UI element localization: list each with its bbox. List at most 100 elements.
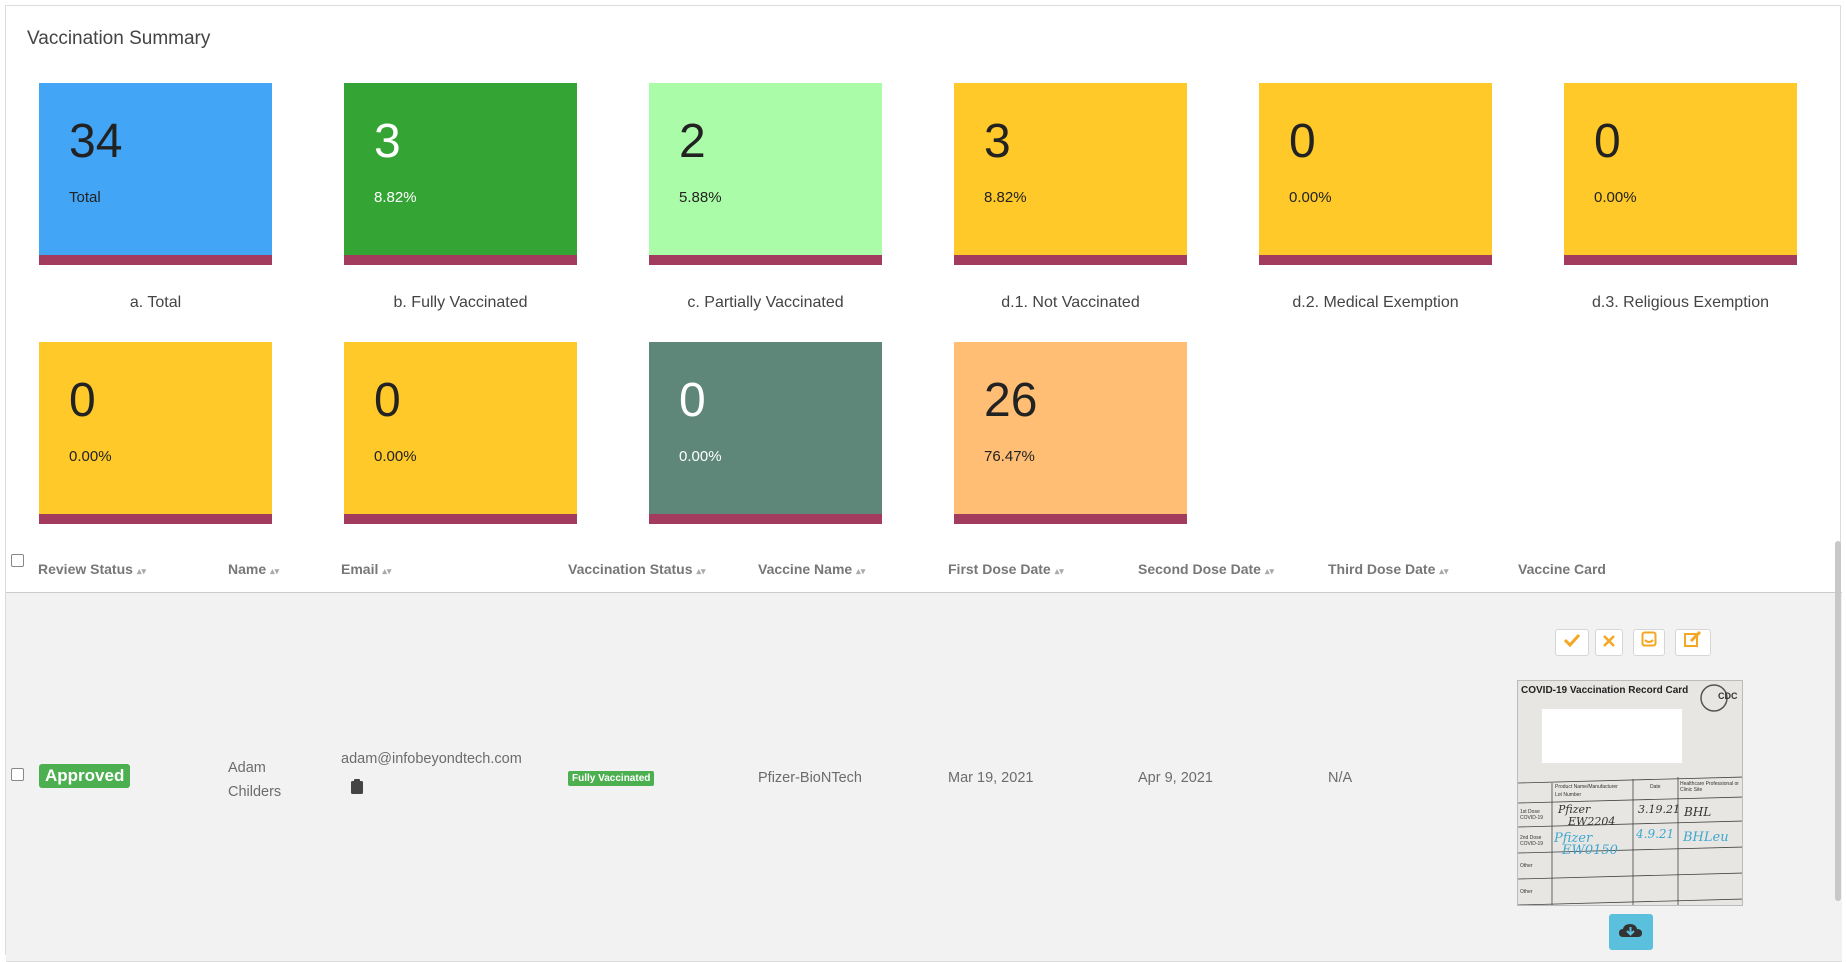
email-text: adam@infobeyondtech.com	[341, 751, 522, 767]
tile-label-fully-vaccinated: b. Fully Vaccinated	[393, 294, 528, 311]
header-first-dose-date[interactable]: First Dose Date ▴▾	[948, 546, 1064, 592]
dose1-site: BHL	[1684, 805, 1712, 819]
row-checkbox[interactable]	[11, 768, 24, 781]
header-third-dose-date[interactable]: Third Dose Date ▴▾	[1328, 546, 1448, 592]
card-col-product: Product Name/Manufacturer	[1555, 784, 1618, 790]
approve-button[interactable]	[1555, 629, 1589, 656]
header-label: Vaccine Name	[758, 561, 853, 577]
tile-label-total: a. Total	[129, 294, 182, 311]
tile-number: 3	[984, 115, 1011, 168]
approve-icon	[1563, 633, 1581, 648]
tile-subtext: 0.00%	[679, 448, 722, 465]
dose2-date: 4.9.21	[1636, 827, 1675, 841]
tile-label-partially-vaccinated: c. Partially Vaccinated	[687, 294, 844, 311]
header-label: First Dose Date	[948, 561, 1051, 577]
tile-7[interactable]: 0 0.00%	[39, 342, 272, 524]
tile-subtext: 76.47%	[984, 448, 1035, 465]
tile-8[interactable]: 0 0.00%	[344, 342, 577, 524]
tile-label-not-vaccinated: d.1. Not Vaccinated	[1001, 294, 1140, 311]
sort-icon: ▴▾	[382, 566, 392, 576]
cdc-logo: CDC	[1718, 691, 1738, 701]
first-name: Adam	[228, 760, 266, 776]
first-dose-date-cell: Mar 19, 2021	[948, 770, 1034, 786]
header-vaccine-name[interactable]: Vaccine Name ▴▾	[758, 546, 865, 592]
tile-subtext: 0.00%	[1289, 189, 1332, 206]
tile-total[interactable]: 34 Total	[39, 83, 272, 265]
tile-bar	[954, 255, 1187, 265]
vaccine-card-image[interactable]: COVID-19 Vaccination Record Card CDC Pro…	[1517, 680, 1743, 906]
download-button[interactable]	[1609, 914, 1653, 950]
tile-number: 0	[1289, 115, 1316, 168]
tile-bar	[344, 255, 577, 265]
card-col-date: Date	[1650, 784, 1661, 790]
tile-number: 0	[679, 374, 706, 427]
sort-icon: ▴▾	[1054, 566, 1064, 576]
card-title: COVID-19 Vaccination Record Card	[1521, 685, 1689, 696]
third-dose-date-cell: N/A	[1328, 770, 1353, 786]
tile-number: 0	[1594, 115, 1621, 168]
sort-icon: ▴▾	[1264, 566, 1274, 576]
table-row: Approved Adam Childers adam@infobeyondte…	[6, 593, 1842, 962]
tile-9[interactable]: 0 0.00%	[649, 342, 882, 524]
header-label: Review Status	[38, 561, 133, 577]
reject-icon	[1603, 635, 1615, 647]
tile-medical-exemption[interactable]: 0 0.00%	[1259, 83, 1492, 265]
second-dose-date-cell: Apr 9, 2021	[1138, 770, 1213, 786]
tile-not-vaccinated[interactable]: 3 8.82%	[954, 83, 1187, 265]
review-status-badge: Approved	[39, 764, 131, 788]
message-button[interactable]	[1633, 629, 1665, 656]
vertical-scrollbar[interactable]	[1835, 541, 1841, 901]
header-label: Vaccination Status	[568, 561, 693, 577]
tile-number: 0	[69, 374, 96, 427]
tile-bar	[1564, 255, 1797, 265]
header-label: Name	[228, 561, 267, 577]
tile-number: 0	[374, 374, 401, 427]
tile-subtext: 8.82%	[374, 189, 417, 206]
clipboard-icon[interactable]	[351, 779, 363, 794]
dose1-date: 3.19.21	[1638, 803, 1680, 816]
card-row-4: Other	[1520, 889, 1533, 895]
tile-subtext: 0.00%	[69, 448, 112, 465]
tile-subtext: 5.88%	[679, 189, 722, 206]
tile-number: 34	[69, 115, 123, 168]
sort-icon: ▴▾	[136, 566, 146, 576]
message-icon	[1641, 631, 1657, 647]
card-row-2: 2nd Dose COVID-19	[1520, 835, 1544, 847]
vaccine-card-drawing	[1518, 681, 1742, 905]
dose2-lot: EW0150	[1562, 843, 1618, 858]
vaccination-summary-panel: Vaccination Summary 34 Total a. Total 3 …	[5, 5, 1842, 962]
header-name[interactable]: Name ▴▾	[228, 546, 279, 592]
dose2-site: BHLeu	[1683, 830, 1729, 845]
tile-religious-exemption[interactable]: 0 0.00%	[1564, 83, 1797, 265]
tile-partially-vaccinated[interactable]: 2 5.88%	[649, 83, 882, 265]
tile-number: 26	[984, 374, 1038, 427]
sort-icon: ▴▾	[856, 566, 866, 576]
tile-subtext: 0.00%	[374, 448, 417, 465]
edit-button[interactable]	[1675, 629, 1711, 656]
tile-fully-vaccinated[interactable]: 3 8.82%	[344, 83, 577, 265]
header-label: Third Dose Date	[1328, 561, 1436, 577]
edit-icon	[1684, 630, 1702, 647]
tile-bar	[954, 514, 1187, 524]
tile-bar	[649, 255, 882, 265]
header-vaccination-status[interactable]: Vaccination Status ▴▾	[568, 546, 706, 592]
reject-button[interactable]	[1595, 629, 1623, 656]
sort-icon: ▴▾	[270, 566, 280, 576]
tile-bar	[1259, 255, 1492, 265]
card-col-site: Healthcare Professional or Clinic Site	[1680, 781, 1739, 793]
card-col-lot: Lot Number	[1555, 792, 1582, 798]
header-second-dose-date[interactable]: Second Dose Date ▴▾	[1138, 546, 1274, 592]
header-email[interactable]: Email ▴▾	[341, 546, 391, 592]
tile-label-medical-exemption: d.2. Medical Exemption	[1292, 294, 1459, 311]
header-review-status[interactable]: Review Status ▴▾	[38, 546, 146, 592]
tile-number: 2	[679, 115, 706, 168]
table-header: Review Status ▴▾ Name ▴▾ Email ▴▾ Vaccinati…	[6, 546, 1842, 593]
email-cell: adam@infobeyondtech.com	[341, 751, 522, 794]
tile-10[interactable]: 26 76.47%	[954, 342, 1187, 524]
tile-label-religious-exemption: d.3. Religious Exemption	[1592, 294, 1769, 311]
card-row-3: Other	[1520, 863, 1533, 869]
page-title: Vaccination Summary	[27, 28, 211, 49]
select-all-checkbox[interactable]	[11, 554, 24, 567]
header-vaccine-card: Vaccine Card	[1518, 546, 1606, 592]
tile-subtext: 0.00%	[1594, 189, 1637, 206]
